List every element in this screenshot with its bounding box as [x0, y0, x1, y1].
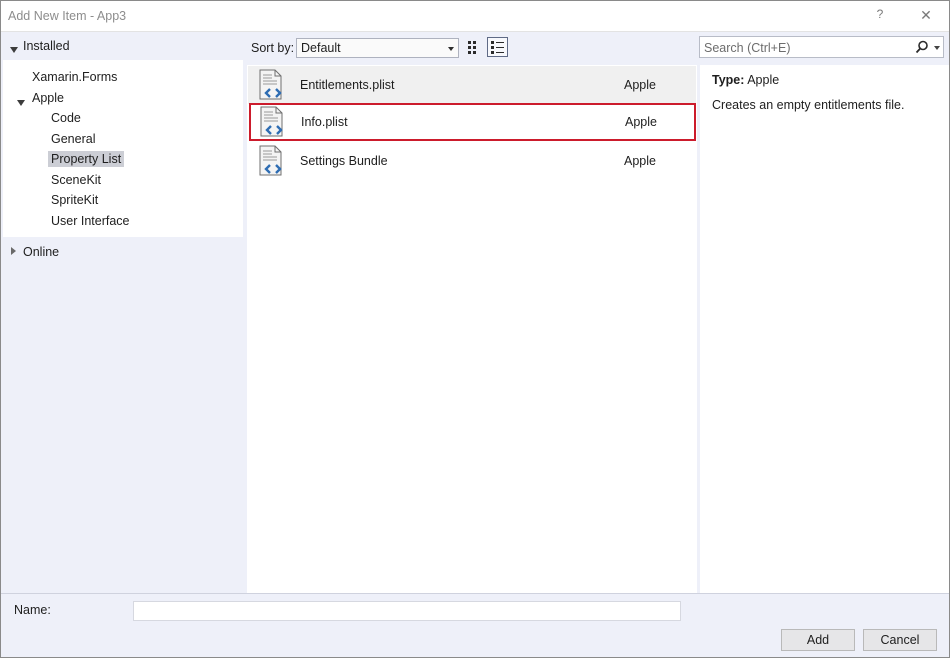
template-category: Apple	[625, 115, 657, 129]
search-box[interactable]: Search (Ctrl+E)	[699, 36, 944, 58]
template-list: Entitlements.plist Apple Info.plist Appl…	[247, 65, 697, 593]
tree-item-xamarin-forms[interactable]: Xamarin.Forms	[32, 70, 117, 84]
tree-toggle-installed[interactable]	[10, 42, 18, 56]
grid-view-icon	[468, 41, 476, 54]
name-field[interactable]	[133, 601, 681, 621]
list-view-icon	[491, 41, 504, 54]
small-icons-view-button[interactable]	[463, 37, 484, 57]
expand-triangle-icon[interactable]	[11, 247, 16, 255]
tree-toggle-apple[interactable]	[17, 95, 25, 109]
sort-dropdown[interactable]: Default	[296, 38, 459, 58]
template-tree	[3, 60, 243, 237]
template-name: Info.plist	[301, 115, 348, 129]
tree-item-spritekit[interactable]: SpriteKit	[51, 193, 98, 207]
help-button[interactable]: ?	[870, 7, 890, 25]
tree-item-general[interactable]: General	[51, 132, 95, 146]
type-label: Type:	[712, 73, 745, 87]
name-label: Name:	[14, 603, 51, 617]
details-view-button[interactable]	[487, 37, 508, 57]
close-button[interactable]: ✕	[916, 7, 936, 25]
template-name: Entitlements.plist	[300, 78, 395, 92]
template-category: Apple	[624, 154, 656, 168]
tree-item-user-interface[interactable]: User Interface	[51, 214, 130, 228]
title-bar: Add New Item - App3 ? ✕	[1, 1, 949, 31]
details-pane: Type: Apple Creates an empty entitlement…	[700, 65, 949, 593]
plist-file-icon	[260, 106, 283, 137]
title-separator	[1, 31, 949, 32]
search-icon[interactable]	[915, 40, 929, 54]
tree-item-online[interactable]: Online	[23, 245, 59, 259]
sort-label: Sort by:	[251, 41, 295, 55]
template-category: Apple	[624, 78, 656, 92]
template-row-settings-bundle[interactable]: Settings Bundle Apple	[248, 142, 696, 180]
tree-item-apple[interactable]: Apple	[32, 91, 64, 105]
dialog-window: Add New Item - App3 ? ✕ Installed Xamari…	[0, 0, 950, 658]
template-description: Creates an empty entitlements file.	[712, 98, 905, 112]
dropdown-arrow-icon	[448, 47, 454, 51]
template-row-info-plist[interactable]: Info.plist Apple	[249, 103, 696, 141]
cancel-button[interactable]: Cancel	[863, 629, 937, 651]
plist-file-icon	[259, 69, 282, 100]
tree-item-scenekit[interactable]: SceneKit	[51, 173, 101, 187]
search-placeholder: Search (Ctrl+E)	[704, 41, 791, 55]
tree-item-code[interactable]: Code	[51, 111, 81, 125]
window-title: Add New Item - App3	[8, 9, 127, 23]
tree-item-installed[interactable]: Installed	[23, 39, 70, 53]
collapse-triangle-icon	[17, 100, 25, 106]
type-line: Type: Apple	[712, 73, 779, 87]
sort-value: Default	[301, 41, 341, 55]
template-row-entitlements[interactable]: Entitlements.plist Apple	[248, 66, 696, 104]
footer-separator	[1, 593, 949, 594]
tree-item-property-list[interactable]: Property List	[48, 151, 125, 167]
template-name: Settings Bundle	[300, 154, 388, 168]
collapse-triangle-icon	[10, 47, 18, 53]
add-button[interactable]: Add	[781, 629, 855, 651]
type-value: Apple	[747, 73, 780, 87]
search-options-arrow-icon[interactable]	[934, 46, 940, 50]
plist-file-icon	[259, 145, 282, 176]
